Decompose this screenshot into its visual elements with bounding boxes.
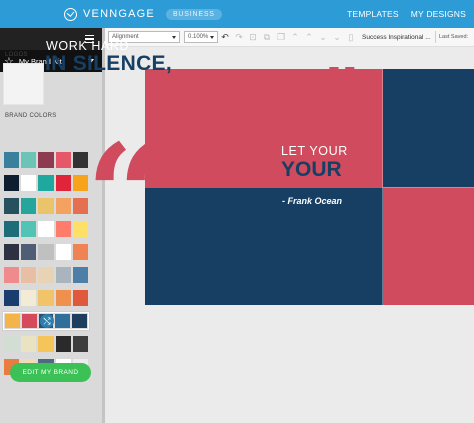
logo-upload-slot[interactable] (3, 63, 44, 105)
color-swatch[interactable] (55, 290, 71, 306)
color-swatch[interactable] (4, 175, 20, 191)
poster-block-bottom-left[interactable] (145, 187, 383, 305)
color-swatch[interactable] (55, 267, 71, 283)
poster-block-top-right[interactable] (383, 69, 474, 187)
color-swatch[interactable] (55, 175, 71, 191)
color-swatch[interactable] (5, 314, 20, 328)
color-swatch[interactable] (21, 336, 37, 352)
poster-line-let-your[interactable]: LET YOUR (281, 144, 348, 158)
venngage-logo[interactable]: VENNGAGE (64, 7, 155, 21)
brand-palette[interactable] (3, 335, 89, 353)
last-saved-status: Last Saved: (439, 34, 469, 40)
color-swatch[interactable] (21, 244, 37, 260)
color-swatch[interactable] (38, 221, 54, 237)
logos-heading: LOGOS (5, 52, 28, 58)
shuffle-icon[interactable]: ⤭ (40, 314, 54, 328)
color-swatch[interactable] (4, 198, 20, 214)
color-swatch[interactable] (55, 221, 71, 237)
poster-author[interactable]: - Frank Ocean (282, 196, 342, 206)
closing-quote-icon[interactable]: “ (319, 18, 359, 101)
color-swatch[interactable] (55, 244, 71, 260)
color-swatch[interactable] (38, 290, 54, 306)
color-swatch[interactable] (55, 152, 71, 168)
brand-palette[interactable] (3, 174, 89, 192)
color-swatch[interactable] (72, 336, 89, 352)
edit-my-brand-button[interactable]: EDIT MY BRAND (10, 363, 91, 382)
brand-palette[interactable] (3, 243, 89, 261)
my-designs-link[interactable]: MY DESIGNS (411, 9, 466, 19)
color-swatch[interactable] (4, 244, 20, 260)
poster-divider (145, 187, 474, 188)
color-swatch[interactable] (21, 152, 37, 168)
document-title[interactable]: Success Inspirational ... (362, 34, 432, 41)
opacity-select[interactable]: 0.100% (184, 31, 218, 43)
venngage-logo-icon (64, 7, 77, 21)
color-swatch[interactable] (4, 290, 20, 306)
color-swatch[interactable] (38, 198, 54, 214)
color-swatch[interactable] (21, 221, 37, 237)
quote-mark-icon[interactable]: “ (86, 126, 165, 264)
poster-block-bottom-right[interactable] (383, 187, 474, 305)
top-navigation-bar: VENNGAGE BUSINESS TEMPLATES MY DESIGNS (0, 0, 474, 28)
brand-palette[interactable]: ⤭ (3, 312, 89, 330)
color-swatch[interactable] (21, 175, 37, 191)
color-swatch[interactable] (4, 267, 20, 283)
color-swatch[interactable] (21, 198, 37, 214)
color-swatch[interactable] (38, 244, 54, 260)
brand-palette[interactable] (3, 151, 89, 169)
undo-icon[interactable]: ↶ (218, 28, 232, 47)
redo-icon[interactable]: ↷ (232, 28, 246, 47)
color-swatch[interactable] (4, 152, 20, 168)
color-swatch[interactable] (72, 314, 87, 328)
color-swatch[interactable] (38, 267, 54, 283)
color-swatch[interactable] (38, 175, 54, 191)
brand-palette[interactable] (3, 220, 89, 238)
brand-palette[interactable] (3, 266, 89, 284)
arrow-up-icon[interactable]: ⌃ (302, 28, 316, 47)
plan-badge: BUSINESS (165, 8, 222, 20)
color-swatch[interactable] (55, 336, 71, 352)
toolbar-divider (435, 31, 436, 43)
poster-line-work-hard[interactable]: WORK HARD (46, 39, 129, 53)
top-links: TEMPLATES MY DESIGNS (347, 0, 466, 28)
color-swatch[interactable] (55, 198, 71, 214)
color-swatch[interactable] (38, 152, 54, 168)
brand-palette[interactable] (3, 197, 89, 215)
quote-poster[interactable] (145, 69, 474, 305)
poster-line-in-silence[interactable]: IN SILENCE, (45, 52, 172, 76)
color-swatch[interactable] (55, 314, 71, 328)
group-icon[interactable]: ⧉ (260, 28, 274, 47)
editor-toolbar: Alignment 0.100% ↶ ↷ ⊡ ⧉ ❐ ⌃ ⌃ ⌄ ⌄ ▯ Suc… (105, 28, 474, 47)
poster-line-your[interactable]: YOUR (281, 158, 342, 182)
color-swatch[interactable] (21, 267, 37, 283)
brand-colors-heading: BRAND COLORS (5, 113, 57, 119)
app-name: VENNGAGE (83, 8, 155, 20)
color-swatch[interactable] (72, 290, 89, 306)
brand-palette[interactable] (3, 289, 89, 307)
layer-up-icon[interactable]: ⌃ (288, 28, 302, 47)
color-swatch[interactable] (21, 314, 37, 328)
color-swatch[interactable] (4, 221, 20, 237)
copy-icon[interactable]: ❐ (274, 28, 288, 47)
color-swatch[interactable] (4, 336, 20, 352)
color-swatch[interactable] (21, 290, 37, 306)
color-swatch[interactable] (38, 336, 54, 352)
lock-icon[interactable]: ⊡ (246, 28, 260, 47)
